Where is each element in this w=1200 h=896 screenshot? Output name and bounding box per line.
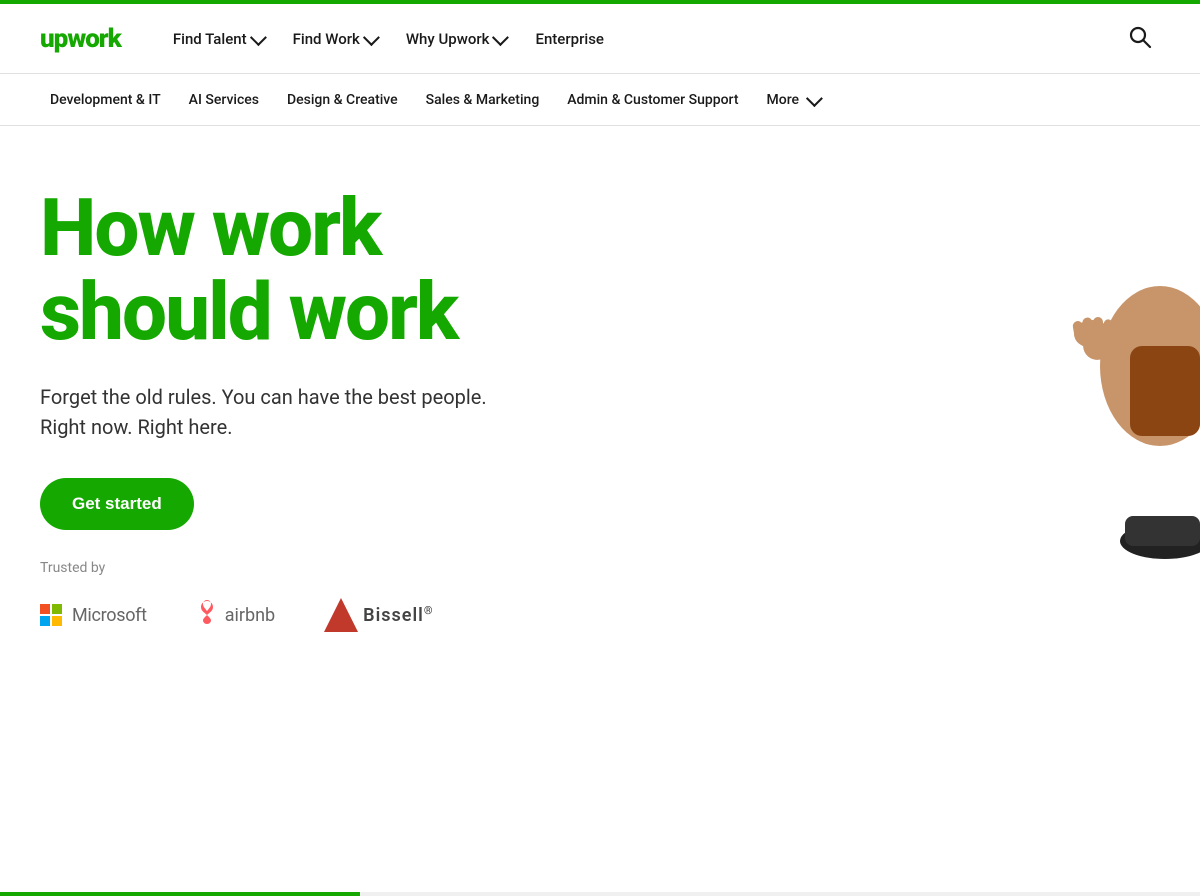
find-talent-chevron-icon: [250, 29, 267, 46]
find-work-chevron-icon: [363, 29, 380, 46]
hero-subheading: Forget the old rules. You can have the b…: [40, 382, 740, 442]
nav-find-work[interactable]: Find Work: [281, 22, 388, 56]
secondary-nav: Development & IT AI Services Design & Cr…: [0, 74, 1200, 126]
trusted-logos: Microsoft airbnb: [40, 596, 1120, 634]
nav-dev-it[interactable]: Development & IT: [40, 86, 171, 114]
microsoft-grid-icon: [40, 604, 62, 626]
primary-nav: upwork Find Talent Find Work Why Upwork …: [0, 4, 1200, 74]
search-button[interactable]: [1120, 17, 1160, 61]
nav-more[interactable]: More: [757, 86, 830, 114]
search-icon: [1128, 25, 1152, 49]
progress-bar: [0, 892, 1200, 896]
airbnb-label: airbnb: [225, 605, 275, 626]
trusted-section: Trusted by Microsoft: [40, 530, 1160, 674]
nav-enterprise[interactable]: Enterprise: [523, 22, 615, 56]
bissell-label: Bissell®: [363, 604, 433, 626]
nav-ai-services[interactable]: AI Services: [179, 86, 269, 114]
nav-design-creative[interactable]: Design & Creative: [277, 86, 408, 114]
nav-admin-support[interactable]: Admin & Customer Support: [557, 86, 748, 114]
upwork-logo[interactable]: upwork: [40, 24, 121, 54]
microsoft-logo: Microsoft: [40, 604, 147, 626]
airbnb-logo: airbnb: [195, 598, 275, 632]
nav-sales-marketing[interactable]: Sales & Marketing: [416, 86, 550, 114]
airbnb-icon: [195, 598, 219, 632]
microsoft-label: Microsoft: [72, 605, 147, 626]
more-chevron-icon: [806, 90, 823, 107]
hero-heading: How work should work: [40, 186, 740, 354]
bissell-triangle-icon: [323, 596, 359, 634]
bissell-logo: Bissell®: [323, 596, 433, 634]
hero-text-block: How work should work Forget the old rule…: [40, 186, 740, 530]
nav-why-upwork[interactable]: Why Upwork: [394, 22, 518, 56]
primary-nav-links: Find Talent Find Work Why Upwork Enterpr…: [161, 22, 1120, 56]
nav-find-talent[interactable]: Find Talent: [161, 22, 275, 56]
progress-fill: [0, 892, 360, 896]
get-started-button[interactable]: Get started: [40, 478, 194, 530]
why-upwork-chevron-icon: [492, 29, 509, 46]
hero-section: How work should work Forget the old rule…: [0, 126, 1200, 714]
hero-illustration: [1020, 186, 1200, 570]
trusted-label: Trusted by: [40, 560, 1120, 576]
